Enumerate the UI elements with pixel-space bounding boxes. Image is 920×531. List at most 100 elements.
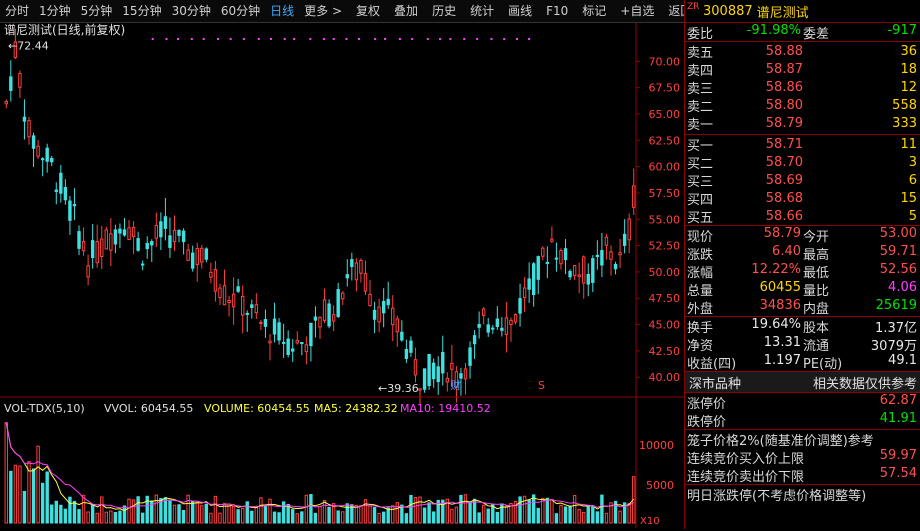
candle [45, 147, 49, 162]
asks-row: 卖一 58.79 333 [685, 114, 920, 133]
price-tick: 50.00 [649, 266, 681, 279]
candle [527, 278, 531, 290]
volume-bar [195, 501, 199, 524]
candle [609, 251, 613, 260]
candle [272, 318, 277, 335]
bid-limit-value: 59.97 [879, 448, 917, 463]
volume-value-label: VOLUME: 60454.55 [204, 402, 310, 415]
stat-value: 12.22% [751, 262, 801, 277]
candle [368, 293, 372, 307]
candle [9, 76, 13, 91]
asks-row: 卖三 58.86 12 [685, 78, 920, 97]
toolbar-action-3[interactable]: 统计 [465, 0, 499, 22]
candle [90, 240, 95, 258]
volume-bar [286, 503, 290, 524]
candle [572, 265, 577, 277]
period-tab-0[interactable]: 分时 [0, 0, 34, 22]
period-tab-4[interactable]: 30分钟 [167, 0, 216, 22]
toolbar-action-1[interactable]: 叠加 [389, 0, 423, 22]
bids-label: 买四 [687, 192, 714, 208]
candle [477, 323, 481, 328]
period-tab-7[interactable]: 更多 > [299, 0, 347, 22]
price-tick: 65.00 [649, 108, 681, 121]
volume-bar [477, 512, 481, 524]
volume-bar [582, 511, 586, 524]
volume-bar [31, 468, 36, 524]
stat-row: 外盘 34836 内盘 25619 [685, 298, 920, 317]
disclaimer: 相关数据仅供参考 [812, 376, 917, 392]
volume-bar [213, 495, 218, 524]
asks-row: 卖二 58.80 558 [685, 96, 920, 115]
asks-row: 卖五 58.88 36 [685, 42, 920, 61]
volume-bar [109, 510, 113, 524]
stat-label: 外盘 [687, 302, 714, 317]
period-tab-6[interactable]: 日线 [265, 0, 299, 22]
candle [18, 72, 22, 88]
candle [68, 200, 72, 221]
volume-bar [459, 494, 463, 524]
volume-bar [200, 505, 204, 524]
candle [259, 321, 263, 324]
period-tab-5[interactable]: 60分钟 [216, 0, 265, 22]
candle [50, 157, 54, 163]
candle [591, 258, 595, 283]
candle [150, 241, 154, 246]
candle [377, 306, 381, 323]
period-tab-1[interactable]: 1分钟 [34, 0, 76, 22]
kline-chart[interactable]: 谱尼测试(日线,前复权) 70.00 67.50 65.00 62.50 60.00 57… [0, 22, 684, 528]
volume-bar [254, 506, 259, 524]
toolbar-action-5[interactable]: F10 [541, 0, 573, 22]
volume-bar [572, 495, 577, 524]
candle [504, 317, 509, 335]
candle [186, 249, 190, 261]
candle [381, 300, 386, 314]
toolbar-action-7[interactable]: +自选 [615, 0, 659, 22]
price-tick: 57.50 [649, 187, 681, 200]
bids-price: 58.70 [765, 154, 803, 170]
vol-tick-10000: 10000 [639, 439, 674, 452]
candle [40, 158, 45, 161]
toolbar-action-2[interactable]: 历史 [427, 0, 461, 22]
vol-indicator-label[interactable]: VOL-TDX(5,10) [4, 402, 85, 415]
asks-label: 卖一 [687, 117, 714, 133]
volume-bar [422, 507, 427, 524]
volume-bar [204, 503, 209, 524]
candle [481, 308, 486, 316]
toolbar-action-4[interactable]: 画线 [503, 0, 537, 22]
s-marker[interactable]: S [538, 379, 545, 392]
fund-label: 流通 [803, 339, 830, 354]
candle [531, 263, 536, 296]
period-tab-3[interactable]: 15分钟 [117, 0, 166, 22]
quote-panel: ZR 300887 谱尼测试 委比 -91.98% 委差 -917 卖五 58.… [684, 0, 920, 529]
bids-label: 买二 [687, 156, 714, 172]
finance-marker[interactable]: 财 [450, 378, 461, 392]
volume-bar [309, 494, 313, 524]
volume-bar [40, 482, 45, 524]
limit-down-label: 跌停价 [687, 415, 727, 430]
fund-value: 1.37亿 [875, 321, 917, 336]
fund-row: 收益(四) 1.197 PE(动) 49.1 [685, 353, 920, 372]
volume-bar [140, 512, 145, 524]
candle [109, 233, 113, 251]
toolbar-action-0[interactable]: 复权 [351, 0, 385, 22]
candle [486, 324, 490, 333]
candle [313, 316, 318, 321]
stat-label: 最低 [803, 266, 830, 281]
volume-bar [127, 498, 131, 524]
volume-bar [386, 507, 390, 524]
bids-volume: 15 [900, 190, 917, 206]
fund-value: 13.31 [763, 335, 801, 350]
period-tab-2[interactable]: 5分钟 [76, 0, 118, 22]
toolbar-action-6[interactable]: 标记 [577, 0, 611, 22]
candle [241, 295, 245, 316]
stat-label: 涨跌 [687, 248, 714, 263]
volume-bar [336, 510, 340, 524]
volume-bar [118, 510, 122, 524]
candle [463, 368, 468, 380]
volume-bar [450, 508, 454, 524]
candle [304, 344, 309, 353]
kline-svg[interactable]: 谱尼测试(日线,前复权) 70.00 67.50 65.00 62.50 60.00 57… [0, 22, 684, 528]
volume-bar [4, 422, 8, 524]
candle [395, 318, 399, 333]
stat-label: 内盘 [803, 302, 830, 317]
